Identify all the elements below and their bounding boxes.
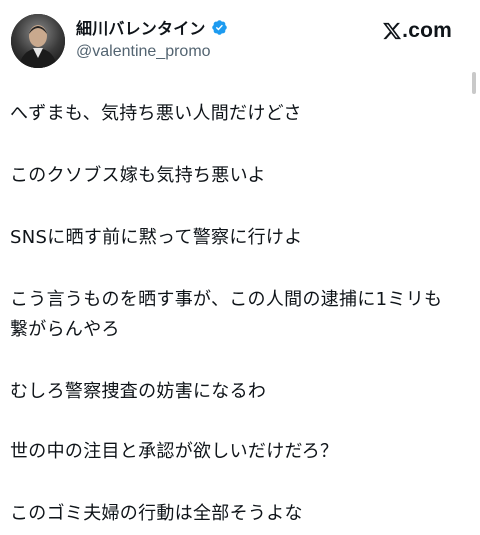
post-line: 繋がらんやろ [10, 319, 120, 340]
user-handle[interactable]: @valentine_promo [76, 43, 211, 61]
avatar[interactable] [11, 14, 65, 68]
post-header: 細川バレンタイン @valentine_promo . com [0, 0, 480, 94]
post-line: むしろ警察捜査の妨害になるわ [10, 381, 267, 402]
scrollbar[interactable] [472, 72, 476, 94]
person-silhouette-icon [11, 14, 65, 68]
post-line: このクソブス嫁も気持ち悪いよ [10, 165, 266, 186]
brand-text: com [408, 19, 452, 42]
post-line: こう言うものを晒す事が、この人間の逮捕に1ミリも [10, 289, 443, 310]
verified-badge-icon [211, 19, 228, 36]
name-row: 細川バレンタイン [76, 16, 228, 38]
post-screenshot: 細川バレンタイン @valentine_promo . com へずまも、気持ち悪… [0, 0, 480, 535]
post-line: SNSに晒す前に黙って警察に行けよ [10, 227, 303, 248]
brand-watermark: . com [382, 18, 452, 44]
display-name[interactable]: 細川バレンタイン [76, 15, 206, 39]
post-line: このゴミ夫婦の行動は全部そうよな [10, 503, 303, 524]
post-line: へずまも、気持ち悪い人間だけどさ [10, 103, 302, 124]
x-logo-icon [382, 21, 402, 41]
post-line: 世の中の注目と承認が欲しいだけだろ？ [10, 441, 339, 462]
